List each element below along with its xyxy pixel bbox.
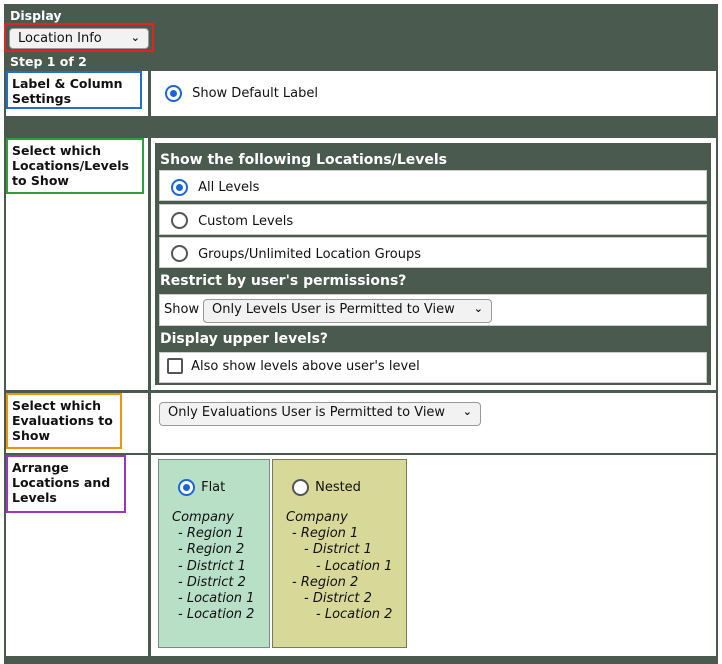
flat-line: - District 1 <box>178 558 246 574</box>
flat-line: - Location 1 <box>178 591 255 607</box>
flat-label: Flat <box>201 480 226 495</box>
display-select-value: Location Info <box>18 31 102 46</box>
evaluations-select-value: Only Evaluations User is Permitted to Vi… <box>168 405 446 420</box>
arrange-label: Arrange Locations and Levels <box>6 455 126 513</box>
display-select[interactable]: Location Info ⌄ <box>9 28 149 49</box>
option-all-levels[interactable]: All Levels <box>159 170 707 201</box>
display-highlight: Location Info ⌄ <box>4 23 154 52</box>
locations-panel-title: Show the following Locations/Levels <box>160 152 447 168</box>
all-levels-text: All Levels <box>198 180 260 195</box>
display-label: Display <box>10 8 62 23</box>
step-label: Step 1 of 2 <box>10 54 87 69</box>
nested-line: - Region 2 <box>292 574 359 590</box>
locations-label: Select which Locations/Levels to Show <box>6 138 144 194</box>
nested-hierarchy: Company - Region 1 - District 1 - Locati… <box>286 510 392 623</box>
option-groups[interactable]: Groups/Unlimited Location Groups <box>159 237 707 268</box>
nested-line: - Location 1 <box>316 558 393 574</box>
restrict-row: Show Only Levels User is Permitted to Vi… <box>159 294 707 326</box>
nested-line: - District 1 <box>304 542 372 558</box>
evaluations-label: Select which Evaluations to Show <box>6 393 122 449</box>
flat-option-box[interactable]: Flat Company - Region 1 - Region 2 - Dis… <box>158 459 270 648</box>
locations-cell: Select which Locations/Levels to Show <box>6 138 148 390</box>
upper-levels-row[interactable]: Also show levels above user's level <box>159 352 707 383</box>
flat-line: - District 2 <box>178 574 246 590</box>
nested-line: - Region 1 <box>292 526 359 542</box>
flat-radio[interactable] <box>178 479 195 496</box>
flat-line: - Region 1 <box>178 526 245 542</box>
nested-label: Nested <box>315 480 361 495</box>
arrange-cell: Arrange Locations and Levels <box>6 455 148 656</box>
upper-levels-title: Display upper levels? <box>160 331 329 347</box>
evaluations-content: Only Evaluations User is Permitted to Vi… <box>151 393 716 453</box>
nested-option-box[interactable]: Nested Company - Region 1 - District 1 -… <box>272 459 407 648</box>
flat-line: - Region 2 <box>178 542 245 558</box>
flat-hierarchy: Company - Region 1 - Region 2 - District… <box>172 510 254 623</box>
arrange-content: Flat Company - Region 1 - Region 2 - Dis… <box>151 455 716 656</box>
nested-radio[interactable] <box>292 479 309 496</box>
groups-radio[interactable] <box>171 245 188 262</box>
nested-line: - District 2 <box>304 591 372 607</box>
all-levels-radio[interactable] <box>171 179 188 196</box>
label-settings-cell: Label & Column Settings <box>6 71 148 116</box>
chevron-down-icon: ⌄ <box>130 31 140 44</box>
restrict-select-value: Only Levels User is Permitted to View <box>212 302 455 317</box>
custom-levels-radio[interactable] <box>171 212 188 229</box>
nested-option[interactable]: Nested <box>292 477 361 496</box>
nested-line: Company <box>286 510 348 525</box>
option-custom-levels[interactable]: Custom Levels <box>159 204 707 235</box>
locations-panel: Show the following Locations/Levels All … <box>155 143 711 385</box>
default-label-radio[interactable] <box>165 85 182 102</box>
upper-levels-checkbox[interactable] <box>167 358 183 374</box>
upper-levels-text: Also show levels above user's level <box>191 359 420 374</box>
chevron-down-icon: ⌄ <box>473 302 483 315</box>
restrict-title: Restrict by user's permissions? <box>160 273 407 289</box>
groups-text: Groups/Unlimited Location Groups <box>198 246 422 262</box>
flat-line: - Location 2 <box>178 607 255 623</box>
label-settings-label: Label & Column Settings <box>6 71 142 109</box>
settings-frame: Display Location Info ⌄ Step 1 of 2 Labe… <box>4 4 718 664</box>
chevron-down-icon: ⌄ <box>462 405 472 418</box>
evaluations-select[interactable]: Only Evaluations User is Permitted to Vi… <box>159 402 481 426</box>
show-prefix: Show <box>164 302 200 317</box>
nested-line: - Location 2 <box>316 607 393 623</box>
evaluations-cell: Select which Evaluations to Show <box>6 393 148 453</box>
label-settings-content: Show Default Label <box>151 71 716 116</box>
flat-line: Company <box>172 510 234 525</box>
locations-content: Show the following Locations/Levels All … <box>151 138 716 390</box>
restrict-select[interactable]: Only Levels User is Permitted to View ⌄ <box>203 299 492 323</box>
default-label-option[interactable]: Show Default Label <box>165 83 318 102</box>
custom-levels-text: Custom Levels <box>198 213 294 229</box>
default-label-text: Show Default Label <box>192 86 319 101</box>
flat-option[interactable]: Flat <box>178 477 225 496</box>
